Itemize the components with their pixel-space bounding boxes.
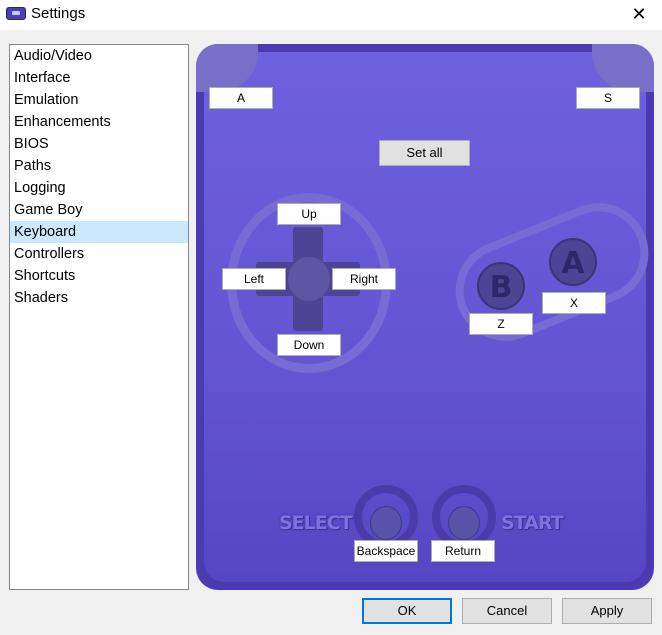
left-binding-field[interactable]: Left	[222, 268, 286, 290]
start-binding-field[interactable]: Return	[431, 540, 495, 562]
sidebar-item-paths[interactable]: Paths	[10, 155, 188, 177]
select-binding-field[interactable]: Backspace	[354, 540, 418, 562]
close-button[interactable]: ✕	[616, 0, 662, 30]
right-binding-field[interactable]: Right	[332, 268, 396, 290]
sidebar-item-controllers[interactable]: Controllers	[10, 243, 188, 265]
title-bar: Settings ✕	[0, 0, 662, 30]
r-binding-field[interactable]: S	[576, 87, 640, 109]
settings-category-list[interactable]: Audio/Video Interface Emulation Enhancem…	[9, 44, 189, 590]
a-face-button-graphic: A	[549, 238, 597, 286]
sidebar-item-bios[interactable]: BIOS	[10, 133, 188, 155]
sidebar-item-logging[interactable]: Logging	[10, 177, 188, 199]
select-label: SELECT	[279, 512, 353, 534]
sidebar-item-audio-video[interactable]: Audio/Video	[10, 45, 188, 67]
ok-button[interactable]: OK	[362, 598, 452, 624]
sidebar-item-interface[interactable]: Interface	[10, 67, 188, 89]
cancel-button[interactable]: Cancel	[462, 598, 552, 624]
start-label: START	[501, 512, 564, 534]
window-title: Settings	[31, 5, 86, 22]
a-binding-field[interactable]: X	[542, 292, 606, 314]
b-face-button-graphic: B	[477, 262, 525, 310]
sidebar-item-shortcuts[interactable]: Shortcuts	[10, 265, 188, 287]
sidebar-item-shaders[interactable]: Shaders	[10, 287, 188, 309]
select-button-graphic	[370, 506, 402, 540]
sidebar-item-keyboard[interactable]: Keyboard	[10, 221, 188, 243]
gba-app-icon	[6, 7, 26, 20]
sidebar-item-emulation[interactable]: Emulation	[10, 89, 188, 111]
down-binding-field[interactable]: Down	[277, 334, 341, 356]
dpad-center-graphic	[288, 257, 330, 301]
up-binding-field[interactable]: Up	[277, 203, 341, 225]
set-all-button[interactable]: Set all	[379, 140, 470, 166]
start-button-graphic	[448, 506, 480, 540]
sidebar-item-game-boy[interactable]: Game Boy	[10, 199, 188, 221]
b-binding-field[interactable]: Z	[469, 313, 533, 335]
sidebar-item-enhancements[interactable]: Enhancements	[10, 111, 188, 133]
l-binding-field[interactable]: A	[209, 87, 273, 109]
apply-button[interactable]: Apply	[562, 598, 652, 624]
